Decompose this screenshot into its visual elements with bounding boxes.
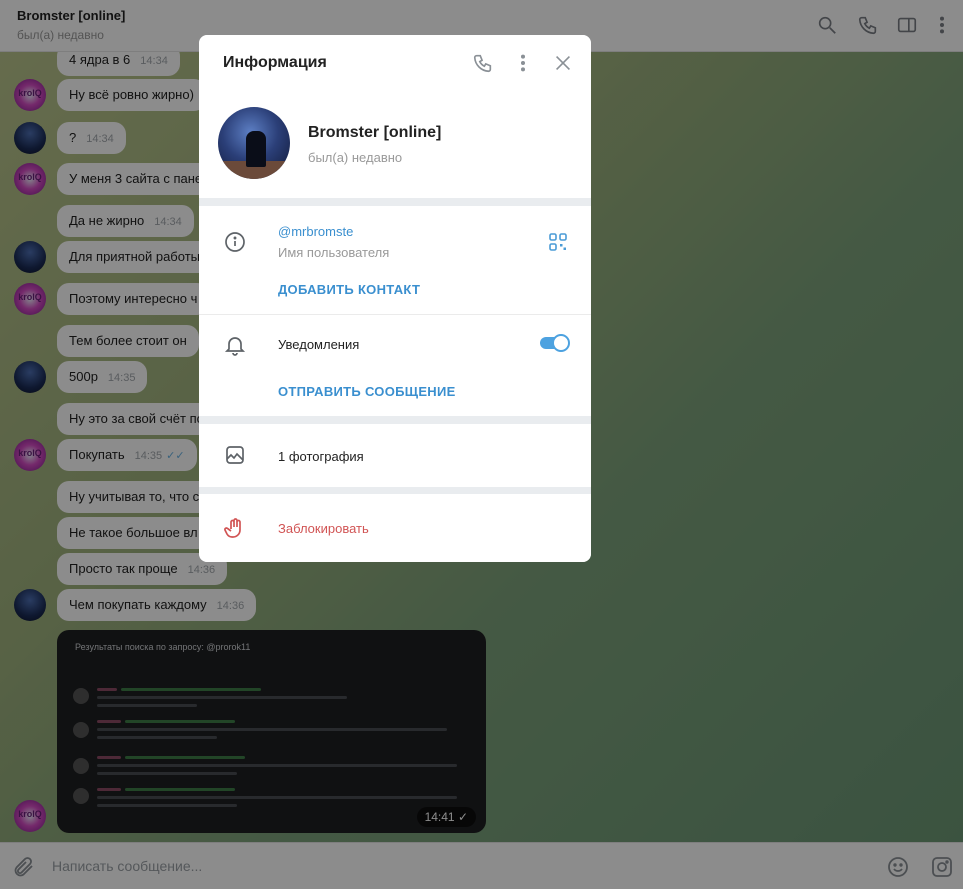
username-label: Имя пользователя (278, 245, 390, 260)
dialog-title: Информация (223, 54, 327, 71)
photos-row[interactable]: 1 фотография (199, 424, 591, 487)
profile-avatar[interactable] (218, 107, 290, 179)
add-contact-button[interactable]: ДОБАВИТЬ КОНТАКТ (278, 282, 420, 297)
profile-name: Bromster [online] (308, 124, 442, 141)
info-section: @mrbromste Имя пользователя ДОБАВИТЬ КОН… (199, 206, 591, 416)
qr-code-icon[interactable] (549, 233, 567, 251)
phone-icon[interactable] (472, 52, 494, 74)
close-icon[interactable] (552, 52, 574, 74)
user-info-dialog: Информация Bromster [online] был(а) неда… (199, 35, 591, 562)
photos-label: 1 фотография (278, 449, 364, 464)
notifications-label: Уведомления (278, 337, 360, 352)
divider (199, 314, 591, 315)
info-icon (223, 230, 247, 254)
block-row[interactable]: Заблокировать (199, 494, 591, 562)
notifications-toggle[interactable] (539, 334, 570, 352)
more-menu-icon[interactable] (512, 52, 534, 74)
profile-status: был(а) недавно (308, 150, 403, 165)
bell-icon (223, 333, 247, 357)
image-icon (223, 443, 247, 467)
dialog-header: Информация Bromster [online] был(а) неда… (199, 35, 591, 198)
hand-stop-icon (223, 516, 247, 540)
send-message-button[interactable]: ОТПРАВИТЬ СООБЩЕНИЕ (278, 384, 456, 399)
block-user-button: Заблокировать (278, 521, 369, 536)
username-value[interactable]: @mrbromste (278, 224, 353, 239)
